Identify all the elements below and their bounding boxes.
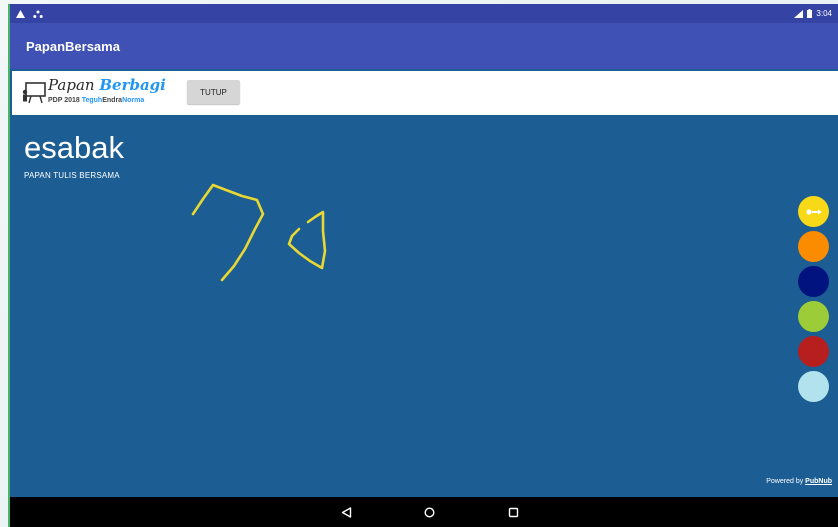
logo-sub-name1: Teguh <box>81 97 103 104</box>
close-button[interactable]: TUTUP <box>187 80 240 104</box>
whiteboard-canvas[interactable] <box>10 119 838 502</box>
color-swatch-light-blue[interactable] <box>798 371 829 402</box>
powered-by-footer: Powered by PubNub <box>766 478 832 485</box>
status-indicators: 3:04 <box>794 9 832 18</box>
logo-title: Papan Berbagi <box>48 76 166 94</box>
nav-home-button[interactable] <box>421 504 437 520</box>
battery-icon <box>807 9 813 18</box>
pubnub-link[interactable]: PubNub <box>805 478 832 485</box>
logo-title-main: Papan <box>48 76 100 94</box>
header-banner: Papan Berbagi PDP 2018 TeguhEndraNorma T… <box>12 71 838 115</box>
color-swatch-orange[interactable] <box>798 231 829 262</box>
logo-sub-name3: Norma <box>122 97 145 104</box>
app-toolbar: PapanBersama <box>10 23 838 69</box>
color-swatch-red[interactable] <box>798 336 829 367</box>
status-bar: 3:04 <box>10 4 838 23</box>
share-icon <box>33 10 43 18</box>
nav-recents-button[interactable] <box>505 504 521 520</box>
toolbar-title: PapanBersama <box>26 38 120 54</box>
logo-subtitle: PDP 2018 TeguhEndraNorma <box>48 97 144 104</box>
color-swatch-yellow[interactable] <box>798 196 829 227</box>
logo: Papan Berbagi PDP 2018 TeguhEndraNorma <box>20 76 180 110</box>
board-subtitle: PAPAN TULIS BERSAMA <box>24 171 120 180</box>
home-circle-icon <box>423 506 435 518</box>
logo-title-accent: Berbagi <box>99 76 166 94</box>
board-title: esabak <box>24 130 124 165</box>
logo-sub-prefix: PDP 2018 <box>48 97 82 104</box>
android-nav-bar <box>10 497 838 527</box>
status-notifications <box>16 9 43 18</box>
color-swatch-green[interactable] <box>798 301 829 332</box>
signal-icon <box>794 9 804 18</box>
back-triangle-icon <box>341 506 351 518</box>
whiteboard-presenter-icon <box>22 82 46 104</box>
nav-back-button[interactable] <box>338 504 354 520</box>
warning-icon <box>16 9 25 18</box>
recents-square-icon <box>508 507 518 517</box>
logo-sub-name2: Endra <box>102 97 123 104</box>
device-screen: 3:04 PapanBersama Papan Berbagi PDP 2018… <box>8 4 838 527</box>
screenshot-frame: 3:04 PapanBersama Papan Berbagi PDP 2018… <box>0 0 838 527</box>
status-time: 3:04 <box>816 9 832 18</box>
powered-prefix: Powered by <box>766 478 806 485</box>
pen-selected-icon <box>805 208 822 215</box>
color-swatch-navy[interactable] <box>798 266 829 297</box>
